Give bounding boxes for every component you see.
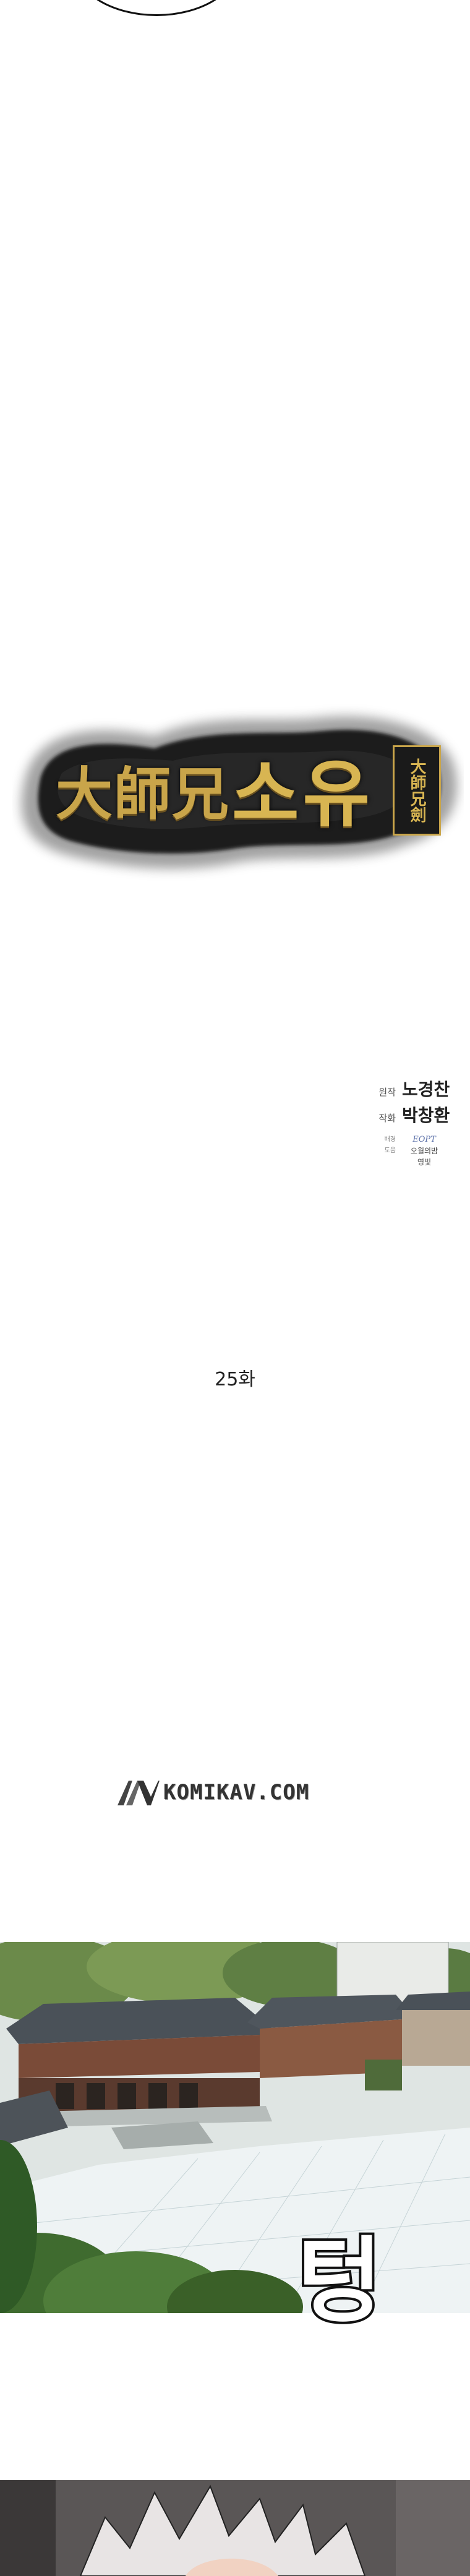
credit-original: 원작 노경찬: [371, 1076, 464, 1102]
credit-role-label: 원작: [378, 1087, 396, 1098]
logo-seal: 大師兄劍: [393, 745, 441, 836]
logo-hanja-text: 大師兄: [56, 761, 231, 828]
sfx-lettering: 텅: [291, 2220, 414, 2356]
credit-assist-name-2: 영빛: [417, 1158, 432, 1166]
credit-assist-name-1: 오월의밤: [410, 1147, 438, 1155]
character-illustration: [0, 2480, 470, 2576]
title-logo: 大師兄 소유 大師兄劍: [12, 687, 464, 884]
watermark-text: KOMIKAV.COM: [163, 1780, 310, 1805]
episode-number: 25화: [215, 1369, 255, 1390]
watermark: KOMIKAV.COM: [116, 1775, 345, 1810]
credit-assist: 도움 오월의밤 영빛: [371, 1145, 464, 1168]
logo-hangul-text: 소유: [232, 751, 374, 837]
credit-role-label: 배경: [384, 1136, 396, 1143]
komikav-logo-icon: [118, 1781, 160, 1805]
credits-block: 원작 노경찬 작화 박창환 배경 EOPT 도움 오월의밤 영빛: [371, 1076, 464, 1168]
credit-role-label: 도움: [384, 1147, 396, 1154]
character-panel: [0, 2480, 470, 2576]
credit-role-label: 작화: [378, 1113, 396, 1124]
credit-background: 배경 EOPT: [371, 1134, 464, 1145]
credit-bg-name: EOPT: [412, 1135, 436, 1144]
speech-bubble: [74, 0, 239, 16]
credit-author-name: 노경찬: [402, 1079, 450, 1100]
sfx-text: 텅: [297, 2228, 382, 2335]
sfx-text-graphic: 텅: [294, 2225, 385, 2338]
credit-assist-names: 오월의밤 영빛: [402, 1145, 446, 1168]
credit-artist-name: 박창환: [402, 1105, 450, 1126]
credit-art: 작화 박창환: [371, 1102, 464, 1128]
